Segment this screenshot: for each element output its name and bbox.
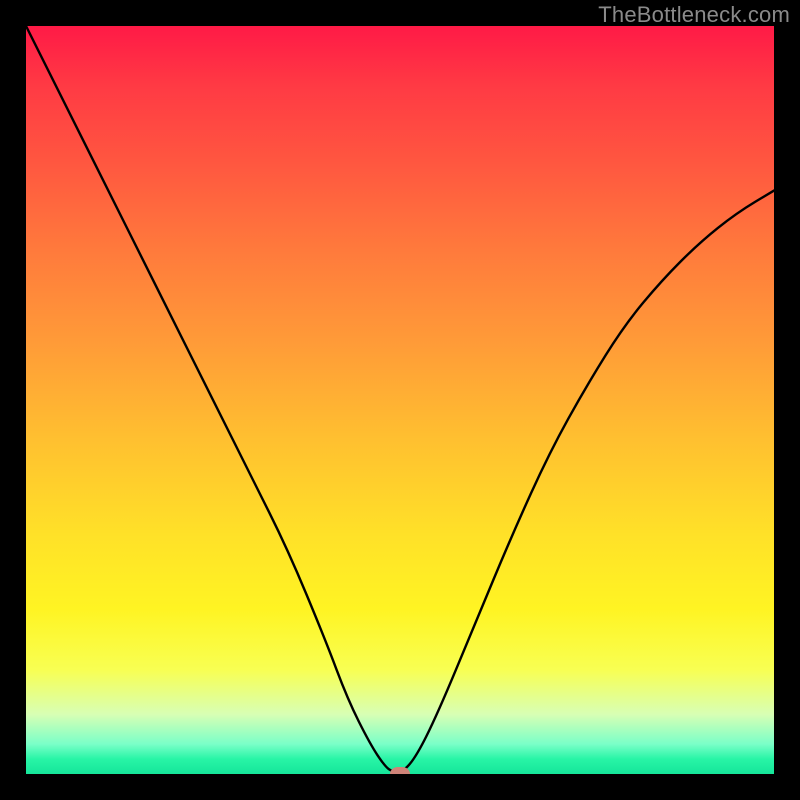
plot-area (26, 26, 774, 774)
watermark-text: TheBottleneck.com (598, 2, 790, 28)
chart-frame: TheBottleneck.com (0, 0, 800, 800)
curve-path (26, 26, 774, 773)
min-point-marker (390, 767, 410, 774)
curve-svg (26, 26, 774, 774)
